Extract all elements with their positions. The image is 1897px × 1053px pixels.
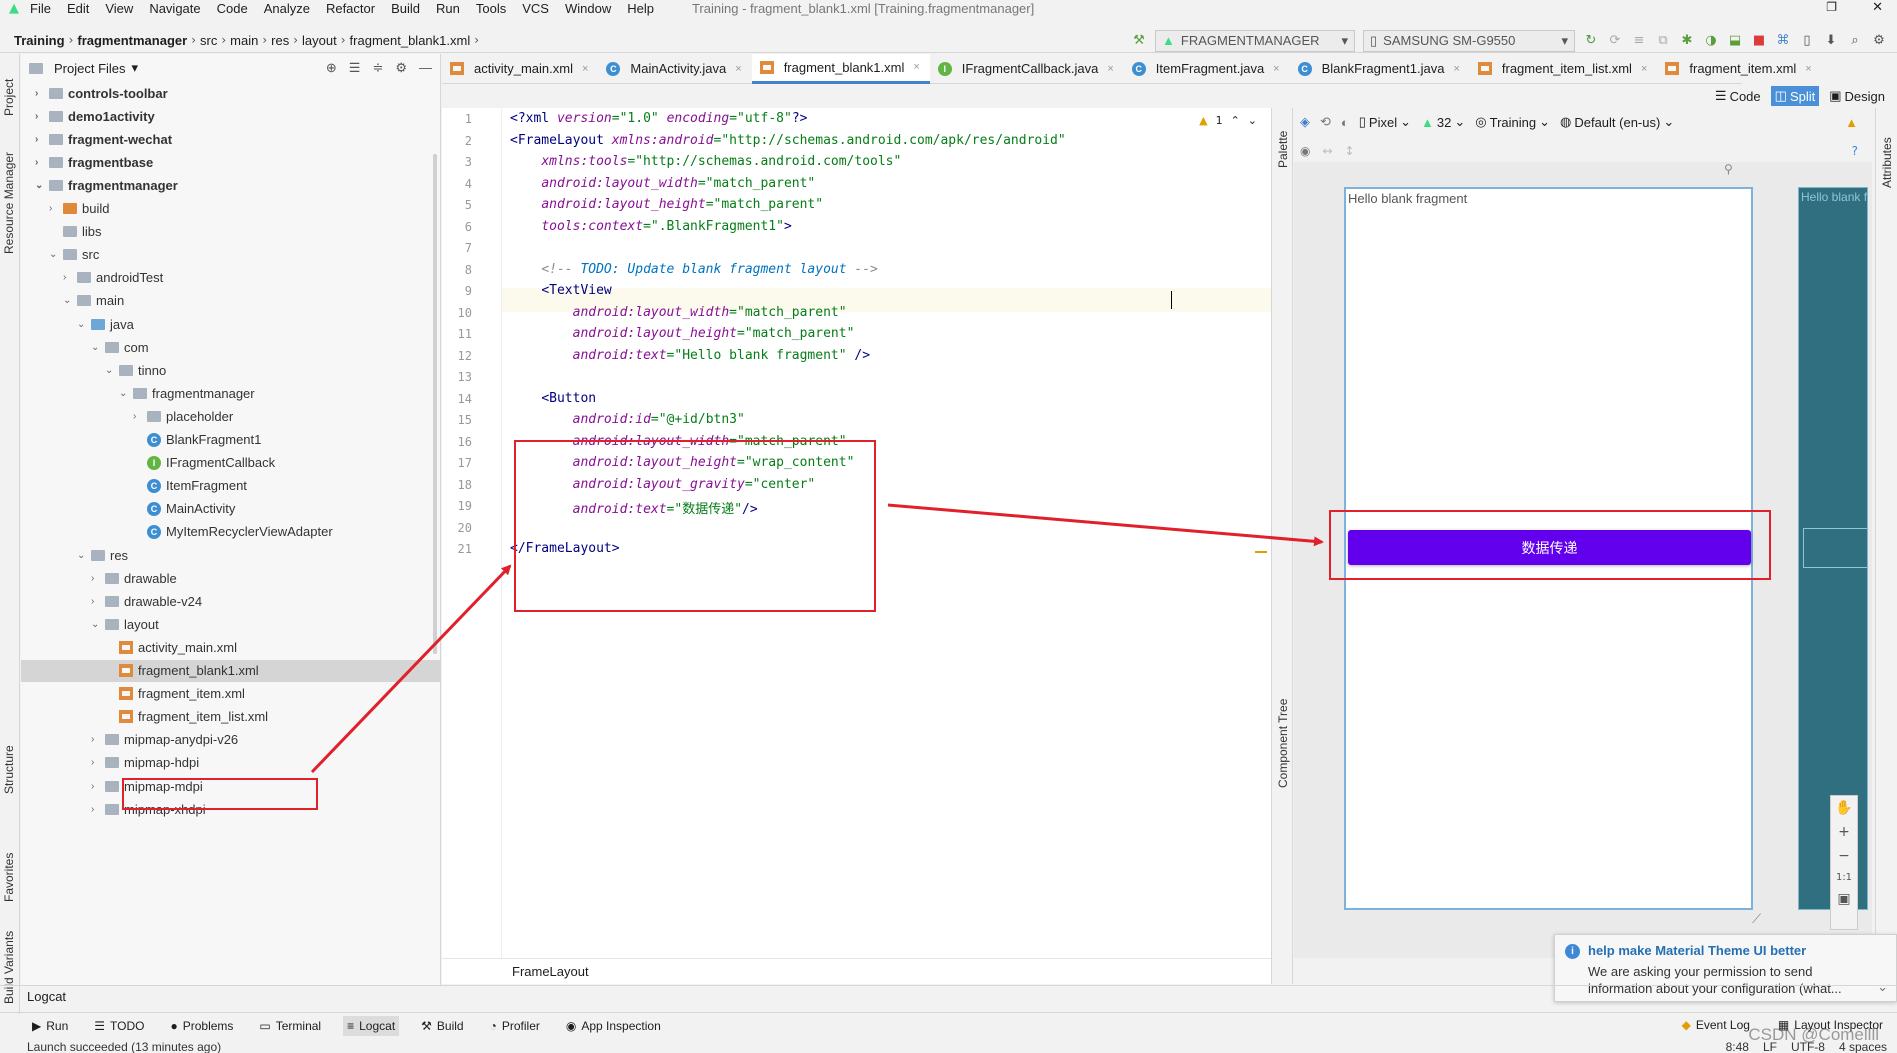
watermark: CSDN @Comellll	[1748, 1025, 1879, 1044]
annotation-arrows	[310, 503, 1324, 774]
arrow-file-to-code	[310, 564, 512, 774]
arrow-code-to-preview	[887, 503, 1324, 547]
